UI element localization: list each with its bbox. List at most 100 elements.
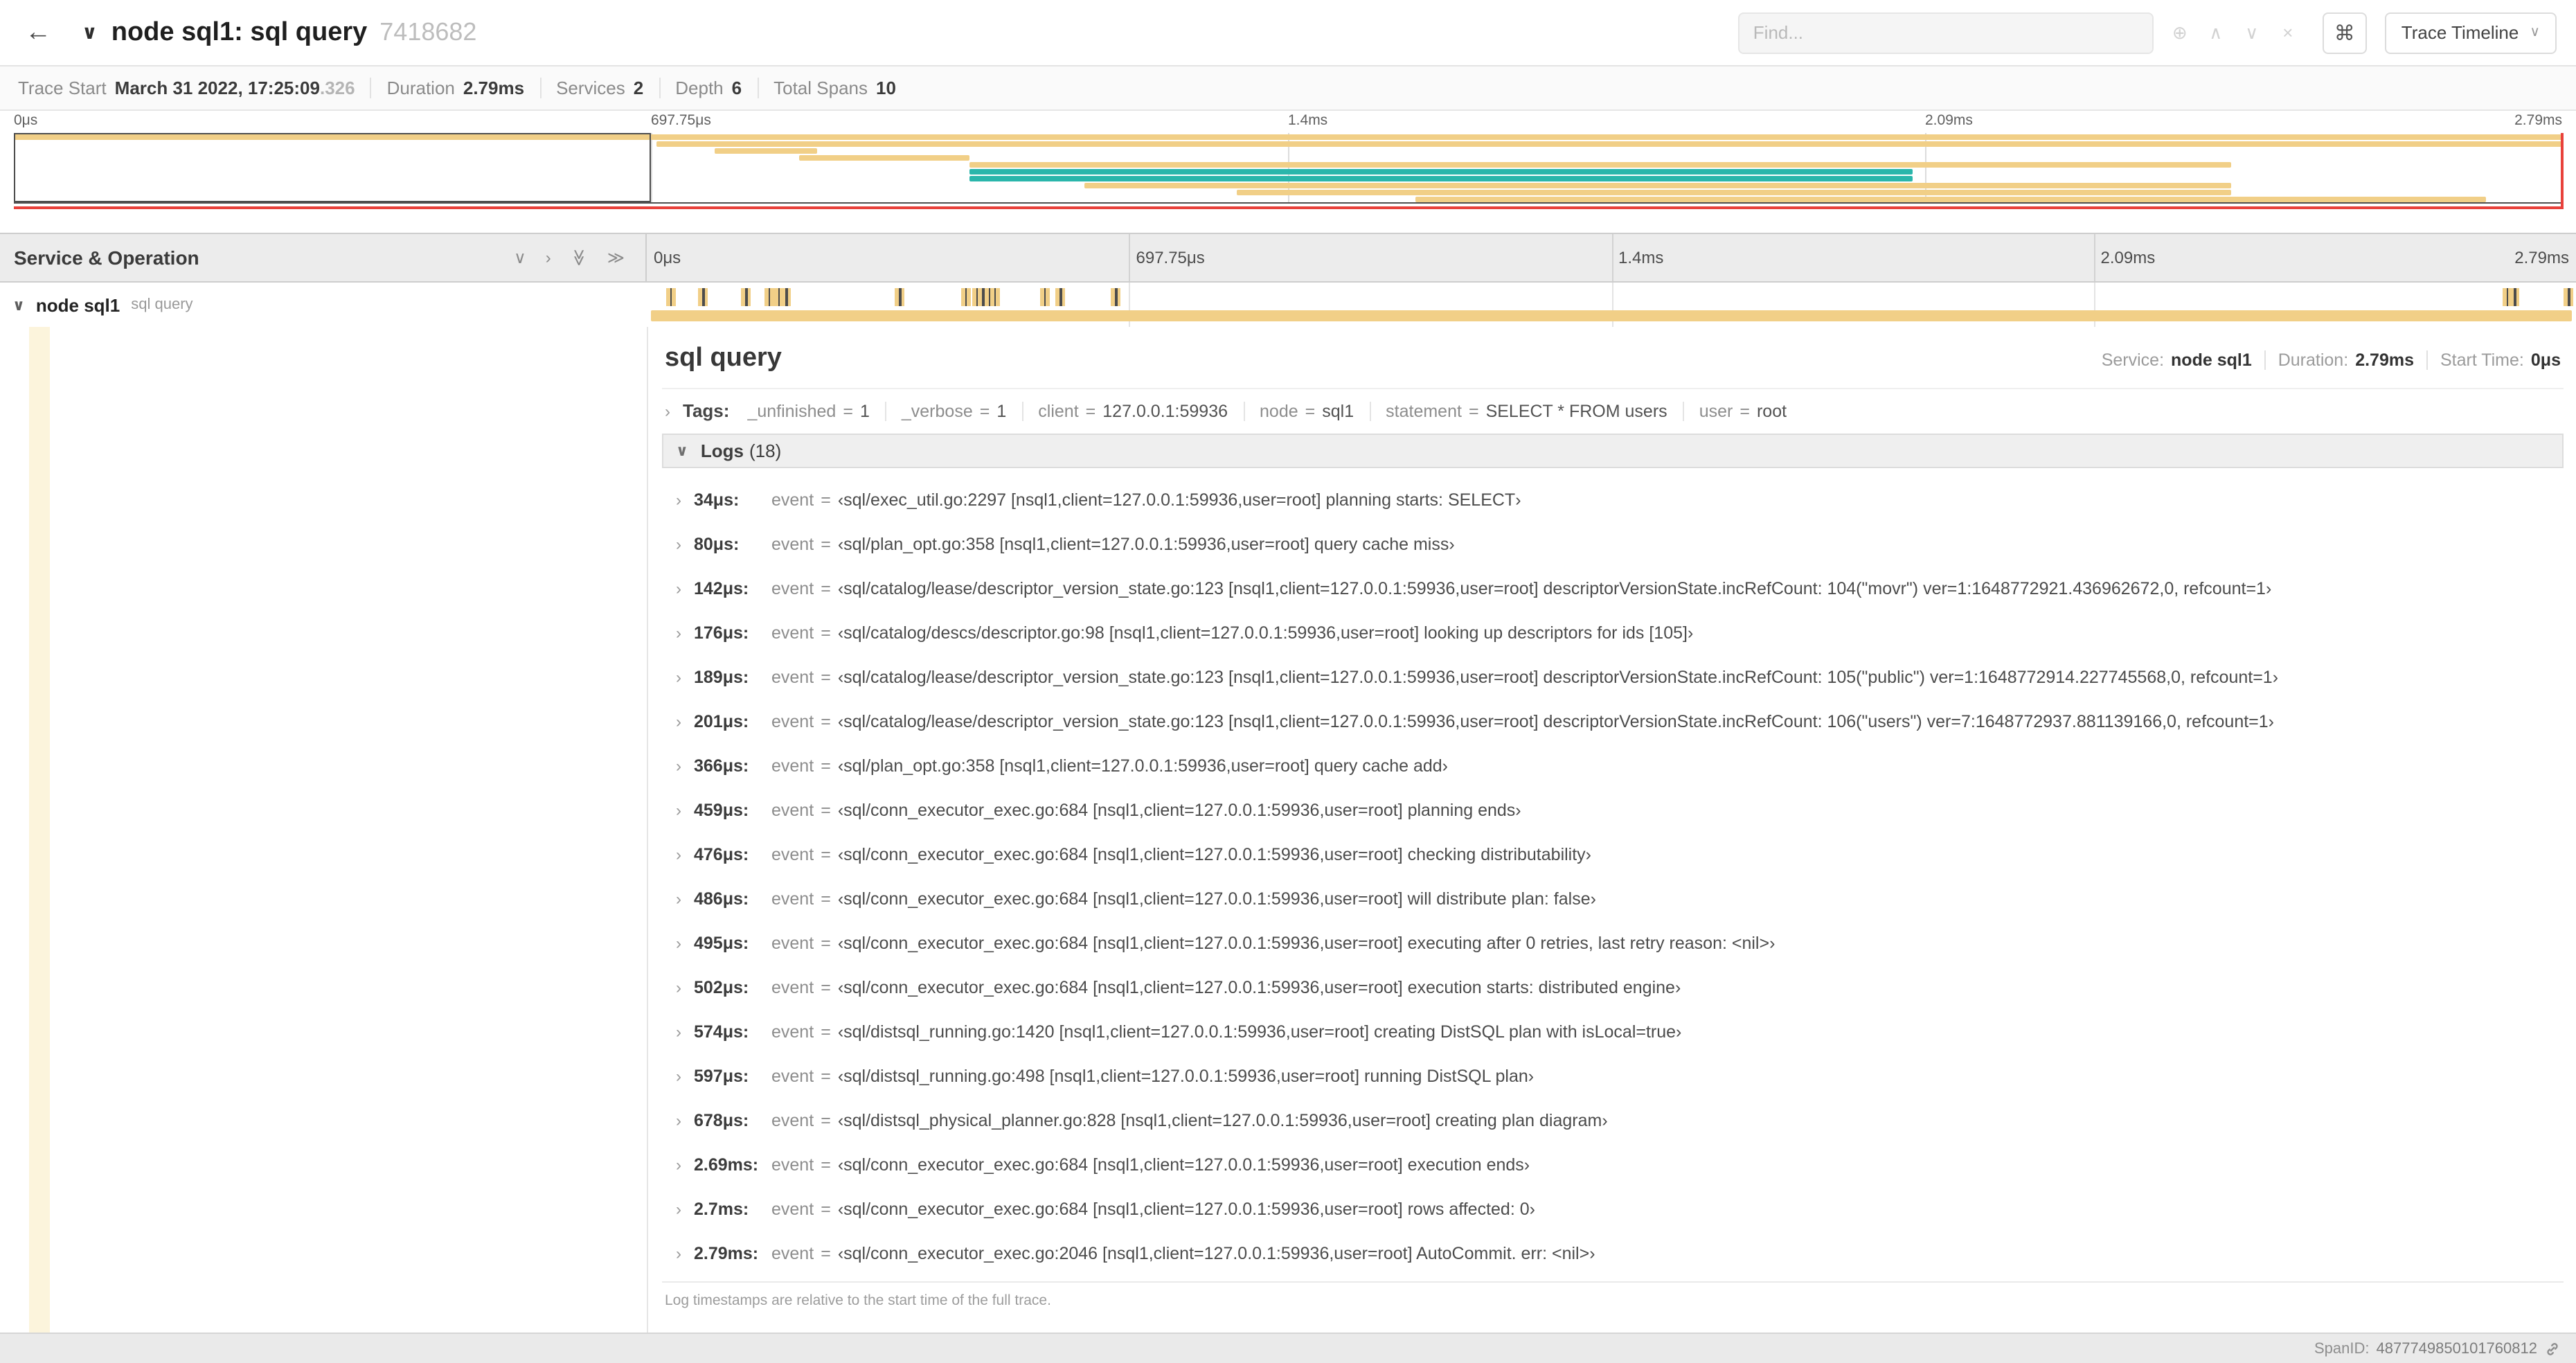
- time-tick-label: 2.09ms: [1925, 112, 1973, 129]
- clear-search-icon[interactable]: ×: [2270, 22, 2306, 43]
- log-row[interactable]: › 176μs: event = ‹sql/catalog/descs/descript…: [665, 611, 2564, 655]
- log-expander-icon[interactable]: ›: [676, 978, 681, 997]
- log-row[interactable]: › 495μs: event = ‹sql/conn_executor_exec.go:…: [665, 921, 2564, 965]
- span-expander-icon[interactable]: ∨: [12, 296, 25, 314]
- tags-expander-icon[interactable]: ›: [665, 401, 670, 420]
- log-row[interactable]: › 80μs: event = ‹sql/plan_opt.go:358 [nsql1,…: [665, 522, 2564, 567]
- equals-sign: =: [1468, 401, 1479, 420]
- span-indent-guide: [29, 327, 50, 1333]
- trace-minimap[interactable]: 0μs 697.75μs 1.4ms 2.09ms 2.79ms: [0, 111, 2576, 216]
- minimap-span-bar: [969, 162, 2231, 168]
- view-type-dropdown[interactable]: Trace Timeline ∨: [2384, 12, 2557, 53]
- log-expander-icon[interactable]: ›: [676, 535, 681, 554]
- log-row[interactable]: › 678μs: event = ‹sql/distsql_physical_plann…: [665, 1098, 2564, 1143]
- minimap-span-bar: [715, 148, 817, 154]
- next-match-icon[interactable]: ∨: [2234, 21, 2270, 44]
- info-value: 10: [876, 78, 896, 98]
- prev-match-icon[interactable]: ∧: [2198, 21, 2234, 44]
- log-row[interactable]: › 2.7ms: event = ‹sql/conn_executor_exec.go:…: [665, 1187, 2564, 1231]
- log-expander-icon[interactable]: ›: [676, 1200, 681, 1219]
- log-row[interactable]: › 189μs: event = ‹sql/catalog/lease/descript…: [665, 655, 2564, 700]
- log-row[interactable]: › 201μs: event = ‹sql/catalog/lease/descript…: [665, 700, 2564, 744]
- log-field-value: ‹sql/plan_opt.go:358 [nsql1,client=127.0…: [837, 535, 1455, 554]
- trace-id: 7418682: [379, 18, 477, 46]
- minimap-scrubber[interactable]: [14, 133, 651, 202]
- log-timestamp: 2.69ms:: [694, 1155, 759, 1175]
- log-row[interactable]: › 597μs: event = ‹sql/distsql_running.go:498…: [665, 1054, 2564, 1098]
- minimap-scrub-line[interactable]: [14, 206, 2562, 209]
- log-timestamp: 2.7ms:: [694, 1200, 749, 1219]
- log-expander-icon[interactable]: ›: [676, 490, 681, 510]
- back-button[interactable]: ←: [11, 12, 65, 53]
- log-field-key: event: [771, 668, 814, 687]
- log-expander-icon[interactable]: ›: [676, 756, 681, 776]
- equals-sign: =: [821, 668, 831, 687]
- log-row[interactable]: › 502μs: event = ‹sql/conn_executor_exec.go:…: [665, 965, 2564, 1010]
- equals-sign: =: [821, 712, 831, 731]
- log-timestamp: 201μs:: [694, 712, 749, 731]
- log-expander-icon[interactable]: ›: [676, 579, 681, 598]
- span-duration-bar[interactable]: [651, 310, 2572, 321]
- log-expander-icon[interactable]: ›: [676, 934, 681, 953]
- log-field-key: event: [771, 1067, 814, 1086]
- log-expander-icon[interactable]: ›: [676, 668, 681, 687]
- log-row[interactable]: › 142μs: event = ‹sql/catalog/lease/descript…: [665, 567, 2564, 611]
- log-expander-icon[interactable]: ›: [676, 1067, 681, 1086]
- span-row-left[interactable]: ∨ node sql1 sql query: [0, 283, 647, 327]
- keyboard-shortcuts-button[interactable]: ⌘: [2322, 12, 2367, 53]
- expand-one-icon[interactable]: ›: [546, 248, 551, 267]
- logs-expander-icon[interactable]: ∨: [676, 442, 688, 460]
- log-expander-icon[interactable]: ›: [676, 1244, 681, 1263]
- log-row[interactable]: › 2.79ms: event = ‹sql/conn_executor_exec.go…: [665, 1231, 2564, 1276]
- info-label: Duration: [386, 78, 455, 98]
- minimap-canvas[interactable]: [14, 133, 2562, 204]
- equals-sign: =: [979, 401, 990, 420]
- logs-label: Logs: [700, 440, 744, 461]
- expand-all-icon[interactable]: ≫: [607, 248, 625, 267]
- log-expander-icon[interactable]: ›: [676, 623, 681, 643]
- log-expander-icon[interactable]: ›: [676, 889, 681, 909]
- time-tick-label: 697.75μs: [1136, 248, 1205, 267]
- log-expander-icon[interactable]: ›: [676, 1022, 681, 1042]
- collapse-one-icon[interactable]: ∨: [514, 248, 526, 267]
- trace-collapse-icon[interactable]: ∨: [82, 21, 98, 44]
- time-tick-label: 1.4ms: [1288, 112, 1328, 129]
- focus-icon[interactable]: ⊕: [2162, 21, 2198, 44]
- log-marker: [895, 288, 905, 306]
- span-service-name[interactable]: node sql1: [36, 294, 120, 315]
- link-icon[interactable]: [2544, 1340, 2561, 1357]
- log-expander-icon[interactable]: ›: [676, 801, 681, 820]
- log-row[interactable]: › 476μs: event = ‹sql/conn_executor_exec.go:…: [665, 832, 2564, 877]
- logs-count: (18): [749, 440, 782, 461]
- equals-sign: =: [821, 1067, 831, 1086]
- log-expander-icon[interactable]: ›: [676, 1155, 681, 1175]
- log-row[interactable]: › 2.69ms: event = ‹sql/conn_executor_exec.go…: [665, 1143, 2564, 1187]
- log-row[interactable]: › 459μs: event = ‹sql/conn_executor_exec.go:…: [665, 788, 2564, 832]
- log-field-value: ‹sql/catalog/lease/descriptor_version_st…: [837, 579, 2272, 598]
- log-marker: [1111, 288, 1121, 306]
- log-expander-icon[interactable]: ›: [676, 845, 681, 864]
- log-rows: › 34μs: event = ‹sql/exec_util.go:2297 [nsql…: [662, 468, 2564, 1276]
- log-field-key: event: [771, 889, 814, 909]
- minimap-cursor[interactable]: [2561, 133, 2564, 209]
- info-label: Trace Start: [18, 78, 107, 98]
- column-divider[interactable]: [647, 327, 648, 1333]
- log-field-value: ‹sql/conn_executor_exec.go:684 [nsql1,cl…: [837, 978, 1681, 997]
- collapse-all-icon[interactable]: ≫: [569, 249, 589, 266]
- span-row-timeline[interactable]: [647, 283, 2576, 327]
- log-row[interactable]: › 34μs: event = ‹sql/exec_util.go:2297 [nsql…: [665, 478, 2564, 522]
- log-row[interactable]: › 366μs: event = ‹sql/plan_opt.go:358 [nsql1…: [665, 744, 2564, 788]
- trace-info-item: Duration 2.79ms: [370, 78, 539, 98]
- timeline-header-left: Service & Operation ∨ › ≫ ≫: [0, 234, 647, 281]
- find-input[interactable]: [1737, 12, 2154, 53]
- log-expander-icon[interactable]: ›: [676, 1111, 681, 1130]
- tags-row[interactable]: › Tags: _unfinished = 1 _verbose = 1 client = 12…: [662, 389, 2564, 434]
- span-row[interactable]: ∨ node sql1 sql query: [0, 283, 2576, 327]
- view-type-label: Trace Timeline: [2401, 22, 2519, 43]
- log-row[interactable]: › 574μs: event = ‹sql/distsql_running.go:142…: [665, 1010, 2564, 1054]
- log-row[interactable]: › 486μs: event = ‹sql/conn_executor_exec.go:…: [665, 877, 2564, 921]
- log-expander-icon[interactable]: ›: [676, 712, 681, 731]
- equals-sign: =: [821, 889, 831, 909]
- trace-page: ← ∨ node sql1: sql query 7418682 ⊕ ∧ ∨ ×…: [0, 0, 2576, 1363]
- logs-header[interactable]: ∨ Logs (18): [662, 434, 2564, 468]
